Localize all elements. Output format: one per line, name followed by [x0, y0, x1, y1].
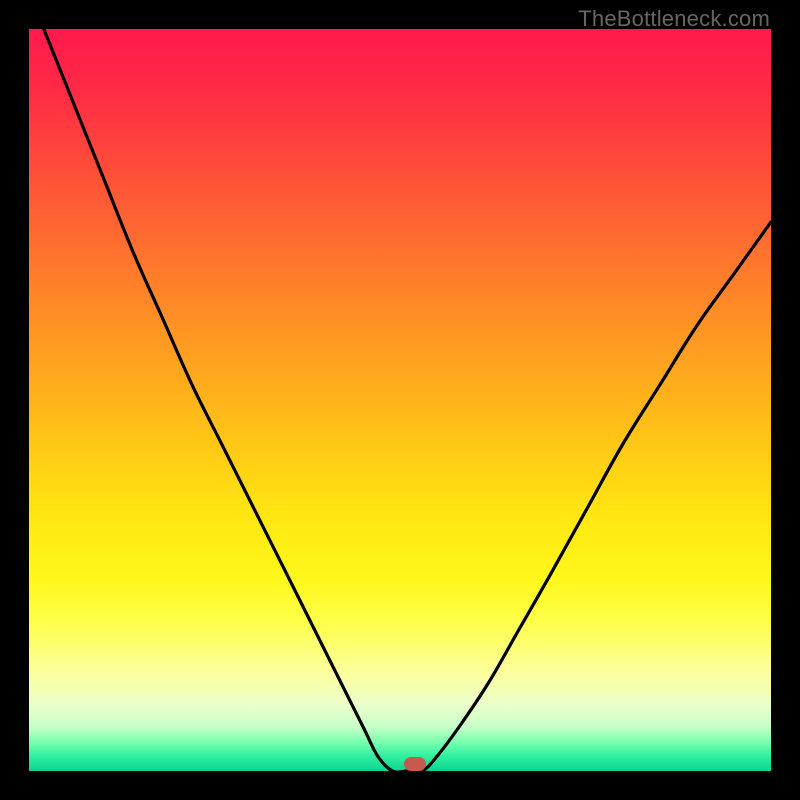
optimum-marker: [404, 757, 426, 771]
plot-area: [29, 29, 771, 771]
chart-frame: TheBottleneck.com: [0, 0, 800, 800]
bottleneck-curve: [29, 29, 771, 771]
